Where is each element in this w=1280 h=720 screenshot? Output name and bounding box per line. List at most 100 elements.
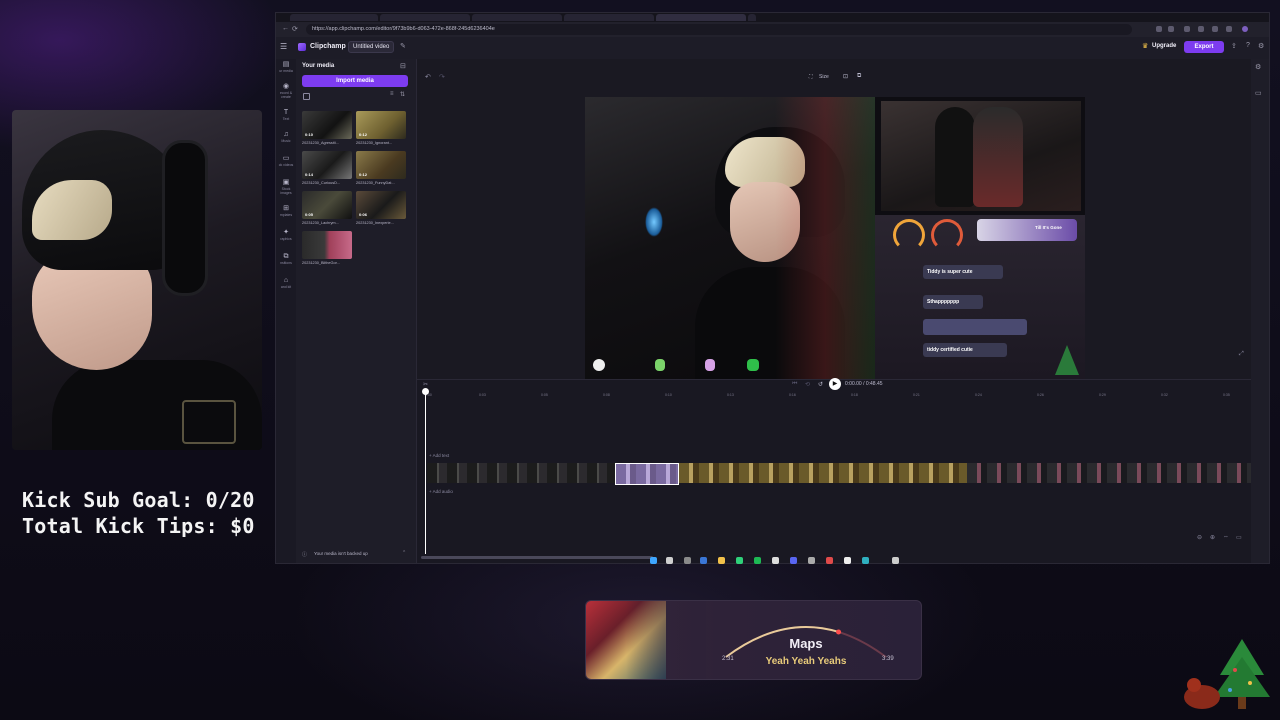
properties-icon[interactable]: ⚙ <box>1255 63 1261 71</box>
chevron-up-icon[interactable]: ⌃ <box>402 550 406 556</box>
video-clip[interactable] <box>679 463 967 483</box>
zoom-in-icon[interactable]: ⊕ <box>1210 534 1215 541</box>
search-icon[interactable] <box>666 557 673 564</box>
rail-label: mplates <box>279 213 293 217</box>
menu-icon[interactable]: ☰ <box>280 42 287 51</box>
video-clip-selected[interactable] <box>615 463 679 485</box>
extension-icon[interactable] <box>1198 26 1204 32</box>
browser-tab-active[interactable] <box>656 14 746 21</box>
undo-icon[interactable]: ↶ <box>425 73 431 81</box>
extension-icon[interactable] <box>1168 26 1174 32</box>
add-text-track[interactable]: + Add text <box>429 453 449 458</box>
upgrade-button[interactable]: Upgrade <box>1152 43 1176 49</box>
refresh-icon[interactable]: ⟳ <box>292 25 298 33</box>
ruler-tick: 0:13 <box>727 393 734 397</box>
extension-icon[interactable] <box>1156 26 1162 32</box>
new-tab-button[interactable] <box>748 14 756 21</box>
export-button[interactable]: Export <box>1184 41 1224 53</box>
sort-icon[interactable]: ⇅ <box>400 91 405 98</box>
zoom-out-icon[interactable]: ⊖ <box>1197 534 1202 541</box>
app-icon[interactable] <box>808 557 815 564</box>
app-icon[interactable] <box>772 557 779 564</box>
extension-icon[interactable] <box>1226 26 1232 32</box>
rewind-5-icon[interactable]: ↺ <box>818 381 823 388</box>
playhead[interactable] <box>425 390 426 554</box>
app-icon[interactable] <box>892 557 899 564</box>
rail-item-transitions[interactable]: ⧉ nsitions <box>276 253 296 265</box>
video-clip[interactable] <box>427 463 615 483</box>
media-thumbnail[interactable] <box>302 231 352 259</box>
filter-icon[interactable]: ≡ <box>390 91 394 97</box>
crop-icon[interactable]: ⧉ <box>857 73 861 80</box>
project-title[interactable]: Untitled video <box>348 41 395 53</box>
import-media-button[interactable]: Import media <box>302 75 408 87</box>
expand-timeline-icon[interactable]: ▭ <box>1236 534 1242 541</box>
extension-icon[interactable] <box>1184 26 1190 32</box>
split-icon[interactable]: ✂ <box>423 381 428 388</box>
media-name: 20231230_Inexperie... <box>356 221 394 225</box>
collapse-panel-icon[interactable]: ⊟ <box>400 62 406 70</box>
extension-icon[interactable] <box>1212 26 1218 32</box>
rail-item-media[interactable]: ▤ ur media <box>276 61 296 73</box>
add-audio-track[interactable]: + Add audio <box>429 489 453 494</box>
start-icon[interactable] <box>650 557 657 564</box>
ruler-tick: 0:35 <box>1223 393 1230 397</box>
rail-item-record[interactable]: ◉ ecord & create <box>276 83 296 99</box>
music-icon: ♫ <box>283 131 289 138</box>
browser-tab[interactable] <box>380 14 470 21</box>
browser-tab[interactable] <box>290 14 378 21</box>
media-name: 20231230_CuriousD... <box>302 181 340 185</box>
browser-tab[interactable] <box>472 14 562 21</box>
redo-icon[interactable]: ↷ <box>439 73 445 81</box>
rail-label: Text <box>282 117 290 121</box>
album-art-fade <box>626 601 706 679</box>
video-preview[interactable]: Till It's Gone Tiddy is super cute Sthap… <box>585 97 1085 379</box>
fullscreen-icon[interactable]: ⤢ <box>1239 351 1244 358</box>
app-icon[interactable] <box>862 557 869 564</box>
share-icon[interactable]: ⇪ <box>1231 42 1237 50</box>
fit-timeline-icon[interactable]: ⇔ <box>1223 534 1229 540</box>
browser-tab[interactable] <box>564 14 654 21</box>
video-clip[interactable] <box>967 463 1251 483</box>
select-all-checkbox[interactable] <box>303 93 310 100</box>
help-icon[interactable]: ? <box>1246 42 1250 49</box>
timeline: ✂ ⏮ ⟲ ↺ ▶ 0:00.00 / 0:48.45 0:00 0:03 0:… <box>417 378 1251 563</box>
kick-sub-goal: Kick Sub Goal: 0/20 <box>22 488 255 512</box>
rail-item-music[interactable]: ♫ Music <box>276 131 296 143</box>
size-button[interactable]: Size <box>819 74 829 80</box>
rename-icon[interactable]: ✎ <box>400 42 406 50</box>
settings-icon[interactable]: ⚙ <box>1258 42 1264 50</box>
folder-icon[interactable] <box>718 557 725 564</box>
app-icon[interactable] <box>826 557 833 564</box>
playhead-handle[interactable] <box>422 388 429 395</box>
discord-icon[interactable] <box>790 557 797 564</box>
app-icon[interactable] <box>844 557 851 564</box>
rewind-icon[interactable]: ⟲ <box>805 381 810 388</box>
profile-avatar[interactable] <box>1242 26 1248 32</box>
brand-kit-icon: ⌂ <box>283 277 289 284</box>
play-button[interactable]: ▶ <box>829 378 841 390</box>
aspect-ratio-icon: ⛶ <box>809 74 813 80</box>
address-bar[interactable]: https://app.clipchamp.com/editor/9f73b9b… <box>306 24 1132 35</box>
app-brand: Clipchamp <box>310 43 346 50</box>
task-view-icon[interactable] <box>684 557 691 564</box>
rail-item-stock-images[interactable]: ▣ Stock images <box>276 179 296 195</box>
backup-notice: Your media isn't backed up <box>314 551 368 556</box>
media-duration: 0:10 <box>305 132 314 137</box>
edge-icon[interactable] <box>700 557 707 564</box>
rail-item-brand-kit[interactable]: ⌂ and kit <box>276 277 296 289</box>
skip-back-icon[interactable]: ⏮ <box>792 381 797 388</box>
back-icon[interactable]: ← <box>282 25 289 32</box>
rail-item-text[interactable]: T Text <box>276 109 296 121</box>
app-icon[interactable] <box>736 557 743 564</box>
spotify-icon[interactable] <box>754 557 761 564</box>
rail-item-stock-videos[interactable]: ▭ ck videos <box>276 155 296 167</box>
tree-bottom <box>1214 657 1270 697</box>
timeline-scrollbar[interactable] <box>421 556 653 559</box>
chat-message: tiddy certified cutie <box>927 347 973 353</box>
captions-icon[interactable]: ▭ <box>1255 89 1262 97</box>
zoom-fit-icon[interactable]: ⊡ <box>843 73 848 80</box>
browser-window: ← ⟳ https://app.clipchamp.com/editor/9f7… <box>275 12 1270 564</box>
rail-item-templates[interactable]: ⊞ mplates <box>276 205 296 217</box>
rail-item-graphics[interactable]: ✦ raphics <box>276 229 296 241</box>
